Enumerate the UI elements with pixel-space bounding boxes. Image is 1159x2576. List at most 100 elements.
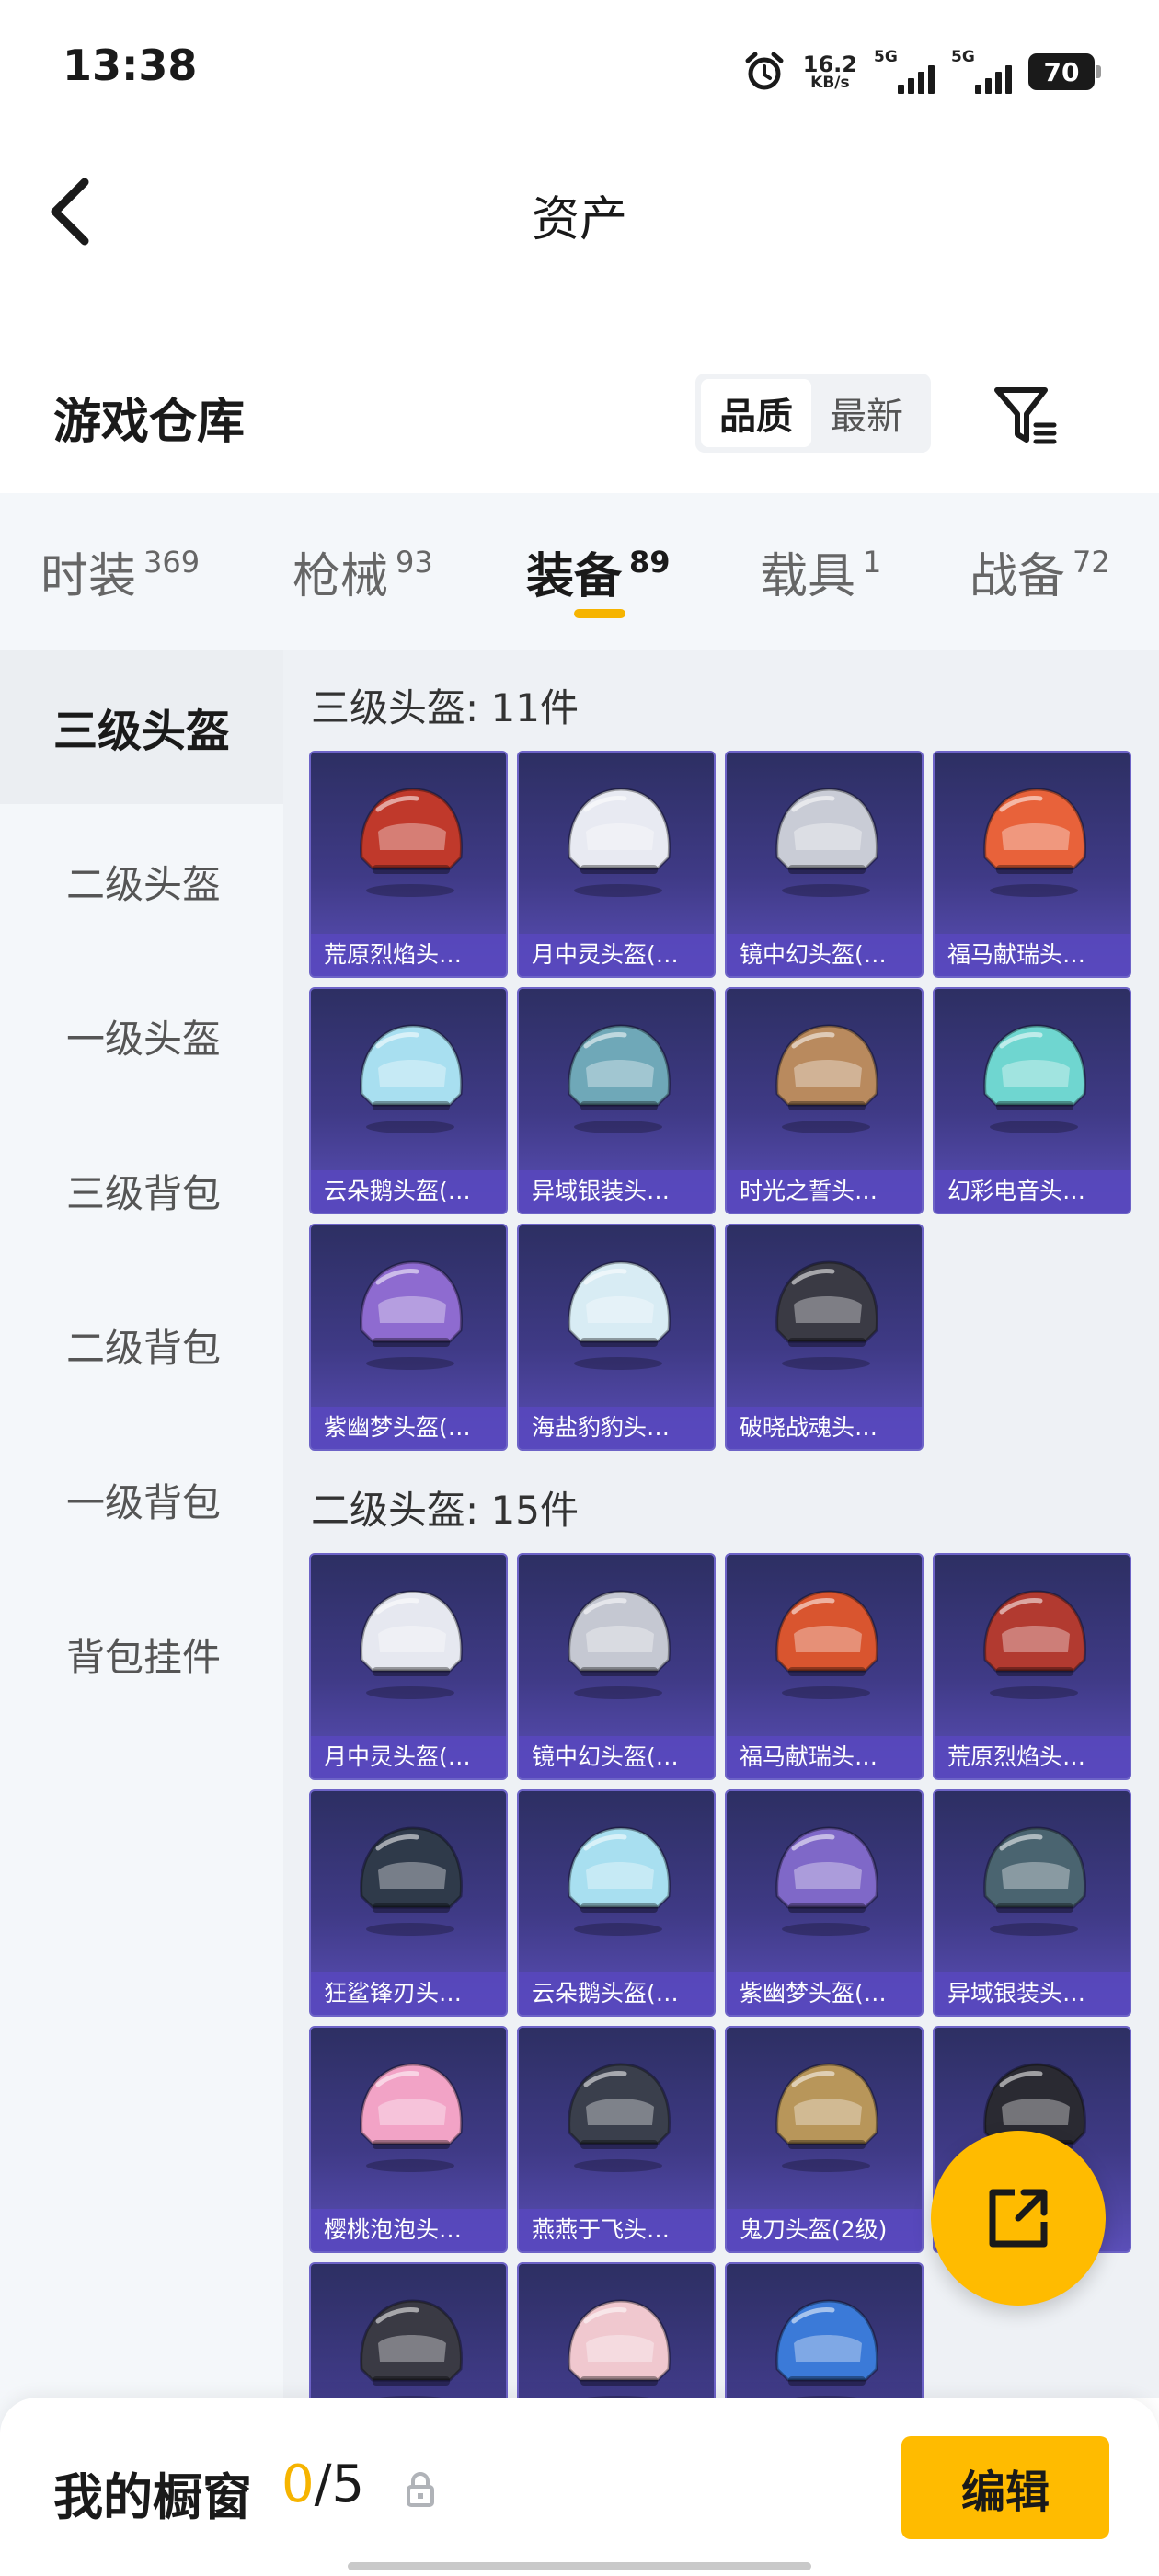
status-time: 13:38: [63, 40, 198, 90]
page-title: 资产: [531, 192, 627, 247]
helmet-icon: [983, 788, 1086, 897]
tab-fashion[interactable]: 时装 369: [40, 537, 200, 606]
item-card[interactable]: 异域银装头…: [517, 987, 716, 1214]
section-title: 游戏仓库: [53, 395, 246, 450]
sort-option-quality[interactable]: 品质: [701, 379, 811, 447]
tab-count: 89: [629, 545, 671, 580]
helmet-icon: [568, 2299, 671, 2398]
item-card[interactable]: [309, 2262, 508, 2398]
tab-firearms[interactable]: 枪械 93: [293, 537, 433, 606]
item-grid-level3-helmet: 荒原烈焰头… 月中灵头盔(… 镜中幻头盔(… 福马献瑞头… 云朵鹅头盔(… 异域银装头… 时…: [309, 751, 1131, 1451]
tab-label: 枪械: [293, 549, 389, 604]
signal-icon: 5G: [874, 50, 935, 94]
sidebar-item-backpack-charm[interactable]: 背包挂件: [0, 1577, 283, 1731]
item-card[interactable]: 幻彩电音头…: [933, 987, 1131, 1214]
battery-icon: 70: [1028, 53, 1101, 90]
helmet-icon: [360, 1590, 463, 1699]
helmet-icon: [983, 1590, 1086, 1699]
helmet-icon: [775, 1590, 878, 1699]
tab-count: 72: [1073, 545, 1110, 580]
item-card[interactable]: 荒原烈焰头…: [933, 1553, 1131, 1780]
item-card[interactable]: 狂鲨锋刃头…: [309, 1789, 508, 2017]
helmet-icon: [775, 788, 878, 897]
speed-unit: KB/s: [810, 73, 850, 92]
item-card[interactable]: 镜中幻头盔(…: [517, 1553, 716, 1780]
item-card[interactable]: 海盐豹豹头…: [517, 1224, 716, 1451]
item-card[interactable]: 樱桃泡泡头…: [309, 2026, 508, 2253]
item-card[interactable]: [725, 2262, 924, 2398]
item-card[interactable]: [517, 2262, 716, 2398]
item-name: 镜中幻头盔(…: [727, 934, 922, 976]
sidebar-item-level3-helmet[interactable]: 三级头盔: [0, 650, 283, 804]
helmet-icon: [568, 1826, 671, 1936]
showcase-count: 0/5: [281, 2455, 364, 2514]
share-icon: [989, 2189, 1048, 2248]
item-card[interactable]: 异域银装头…: [933, 1789, 1131, 2017]
item-card[interactable]: 荒原烈焰头…: [309, 751, 508, 978]
alarm-icon: [745, 52, 784, 90]
item-name: 荒原烈焰头…: [311, 934, 506, 976]
lock-icon: [407, 2472, 434, 2507]
item-card[interactable]: 云朵鹅头盔(…: [517, 1789, 716, 2017]
item-name: 荒原烈焰头…: [935, 1736, 1130, 1778]
item-name: 鬼刀头盔(2级): [727, 2209, 922, 2251]
signal-icon: 5G: [951, 50, 1012, 94]
item-name: 破晓战魂头…: [727, 1407, 922, 1449]
tab-equipment[interactable]: 装备 89: [526, 537, 671, 606]
speed-value: 16.2: [802, 51, 857, 77]
tab-label: 装备: [526, 549, 623, 604]
item-name: 紫幽梦头盔(…: [311, 1407, 506, 1449]
helmet-icon: [568, 1260, 671, 1370]
item-card[interactable]: 镜中幻头盔(…: [725, 751, 924, 978]
helmet-icon: [360, 1826, 463, 1936]
item-name: 时光之誓头…: [727, 1170, 922, 1213]
item-card[interactable]: 破晓战魂头…: [725, 1224, 924, 1451]
item-card[interactable]: 月中灵头盔(…: [517, 751, 716, 978]
tab-count: 369: [143, 545, 201, 580]
item-name: 镜中幻头盔(…: [519, 1736, 714, 1778]
sidebar-item-level1-backpack[interactable]: 一级背包: [0, 1422, 283, 1577]
helmet-icon: [360, 788, 463, 897]
item-card[interactable]: 云朵鹅头盔(…: [309, 987, 508, 1214]
showcase-label: 我的橱窗: [53, 2468, 252, 2526]
item-name: 异域银装头…: [935, 1972, 1130, 2015]
tab-supplies[interactable]: 战备 72: [970, 537, 1110, 606]
sort-option-newest[interactable]: 最新: [811, 379, 922, 447]
item-name: 紫幽梦头盔(…: [727, 1972, 922, 2015]
sidebar-item-level2-backpack[interactable]: 二级背包: [0, 1268, 283, 1422]
sort-toggle: 品质 最新: [695, 374, 931, 453]
sidebar-item-level3-backpack[interactable]: 三级背包: [0, 1113, 283, 1268]
share-button[interactable]: [931, 2131, 1106, 2306]
group-title-level2-helmet: 二级头盔: 15件: [311, 1488, 579, 1533]
showcase-bar: 我的橱窗 0/5 编辑: [0, 2398, 1159, 2576]
tab-label: 载具: [760, 549, 856, 604]
showcase-total: /5: [314, 2455, 365, 2514]
battery-level: 70: [1043, 56, 1080, 87]
status-icons: 16.2 KB/s 5G 5G 70: [742, 46, 1101, 98]
edit-button[interactable]: 编辑: [901, 2436, 1109, 2539]
tab-vehicles[interactable]: 载具 1: [760, 537, 881, 606]
helmet-icon: [983, 1024, 1086, 1133]
filter-icon: [994, 387, 1057, 444]
category-tabs: 时装 369 枪械 93 装备 89 载具 1 战备 72: [0, 493, 1159, 650]
item-card[interactable]: 紫幽梦头盔(…: [309, 1224, 508, 1451]
item-card[interactable]: 月中灵头盔(…: [309, 1553, 508, 1780]
item-name: 狂鲨锋刃头…: [311, 1972, 506, 2015]
filter-button[interactable]: [988, 379, 1061, 453]
tab-count: 93: [396, 545, 433, 580]
helmet-icon: [983, 1826, 1086, 1936]
sidebar: 三级头盔 二级头盔 一级头盔 三级背包 二级背包 一级背包 背包挂件: [0, 650, 283, 2576]
helmet-icon: [568, 2063, 671, 2172]
helmet-icon: [360, 2063, 463, 2172]
item-card[interactable]: 燕燕于飞头…: [517, 2026, 716, 2253]
item-card[interactable]: 福马献瑞头…: [725, 1553, 924, 1780]
item-card[interactable]: 福马献瑞头…: [933, 751, 1131, 978]
sidebar-item-level1-helmet[interactable]: 一级头盔: [0, 959, 283, 1113]
group-title-level3-helmet: 三级头盔: 11件: [311, 685, 579, 730]
item-card[interactable]: 时光之誓头…: [725, 987, 924, 1214]
helmet-icon: [775, 2299, 878, 2398]
sidebar-item-level2-helmet[interactable]: 二级头盔: [0, 804, 283, 959]
item-card[interactable]: 紫幽梦头盔(…: [725, 1789, 924, 2017]
helmet-icon: [568, 1024, 671, 1133]
item-card[interactable]: 鬼刀头盔(2级): [725, 2026, 924, 2253]
